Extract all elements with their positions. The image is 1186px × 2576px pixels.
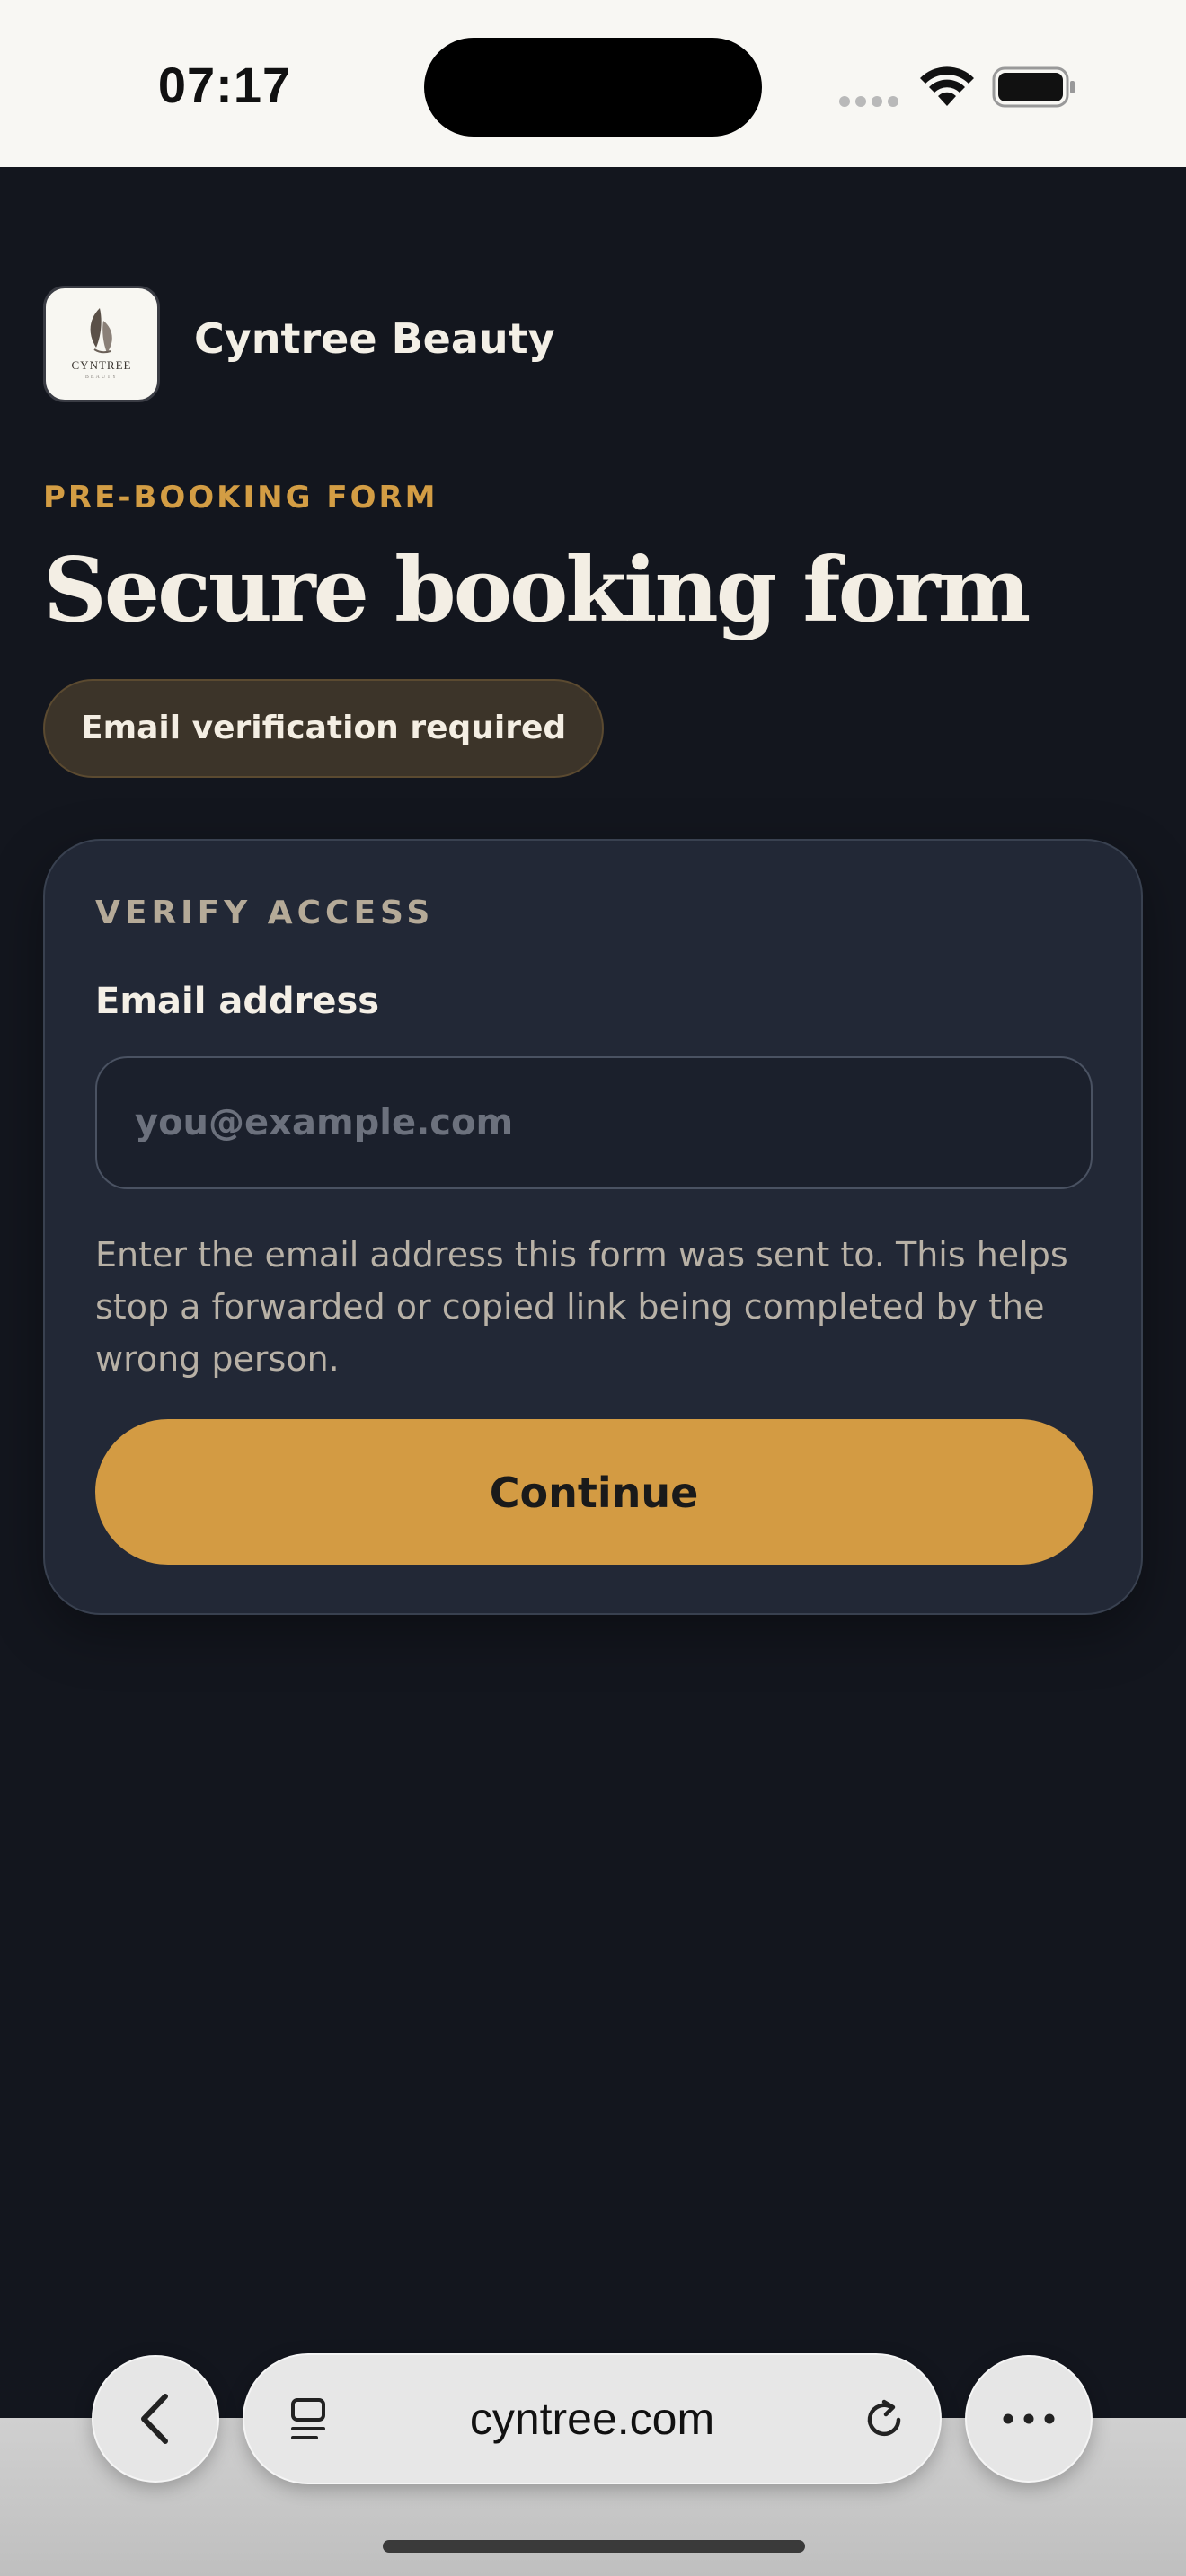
section-label: VERIFY ACCESS	[95, 895, 435, 931]
help-text: Enter the email address this form was se…	[95, 1235, 1068, 1379]
dynamic-island	[424, 38, 762, 137]
address-bar[interactable]: cyntree.com	[243, 2353, 942, 2484]
email-label: Email address	[95, 981, 380, 1022]
status-bar: 07:17	[0, 0, 1186, 167]
page-title: Secure booking form	[43, 539, 1031, 642]
back-icon	[141, 2394, 168, 2444]
home-indicator[interactable]	[383, 2540, 805, 2553]
more-icon	[1003, 2413, 1055, 2424]
email-input[interactable]	[95, 1056, 1093, 1189]
continue-button[interactable]: Continue	[95, 1419, 1093, 1565]
form-eyebrow: PRE-BOOKING FORM	[43, 480, 438, 516]
reload-icon[interactable]	[857, 2393, 911, 2447]
brand-name: Cyntree Beauty	[194, 314, 555, 363]
brand-logo: CYNTREE BEAUTY	[43, 286, 160, 402]
wifi-icon	[920, 66, 974, 106]
verify-access-card: VERIFY ACCESS Email address Enter the em…	[43, 839, 1143, 1615]
verification-badge: Email verification required	[43, 679, 605, 778]
status-time: 07:17	[157, 57, 292, 113]
logo-wordmark: CYNTREE	[71, 358, 132, 372]
leaf-logo-icon	[90, 308, 112, 354]
battery-icon	[992, 66, 1075, 108]
signal-icon	[839, 93, 904, 110]
url-text[interactable]: cyntree.com	[244, 2355, 940, 2483]
logo-subtext: BEAUTY	[84, 375, 119, 380]
back-button[interactable]	[92, 2355, 219, 2483]
more-button[interactable]	[965, 2355, 1093, 2483]
